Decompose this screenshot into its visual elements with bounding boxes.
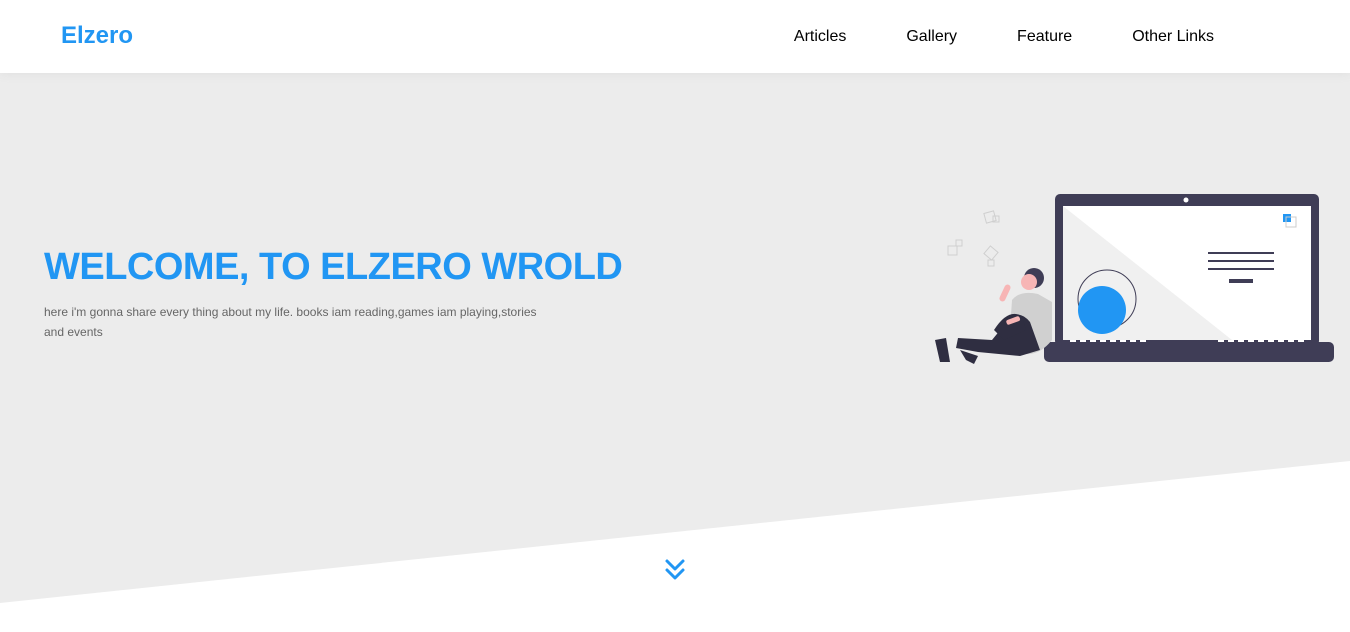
nav-item-feature: Feature (987, 0, 1102, 73)
site-header: Elzero Articles Gallery Feature Other Li… (0, 0, 1350, 73)
main-nav: Articles Gallery Feature Other Links (764, 0, 1244, 73)
nav-link-feature[interactable]: Feature (987, 0, 1102, 73)
logo[interactable]: Elzero (61, 22, 133, 50)
nav-link-gallery[interactable]: Gallery (876, 0, 987, 73)
person-with-laptop-illustration (935, 194, 1334, 364)
landing-title: WELCOME, TO ELZERO WROLD (44, 246, 623, 288)
nav-item-gallery: Gallery (876, 0, 987, 73)
nav-item-articles: Articles (764, 0, 876, 73)
landing-description: here i'm gonna share every thing about m… (44, 305, 537, 339)
nav-link-articles[interactable]: Articles (764, 0, 876, 73)
nav-link-other-links[interactable]: Other Links (1102, 0, 1244, 73)
nav-item-other-links: Other Links (1102, 0, 1244, 73)
double-chevron-down-icon[interactable] (664, 558, 686, 582)
